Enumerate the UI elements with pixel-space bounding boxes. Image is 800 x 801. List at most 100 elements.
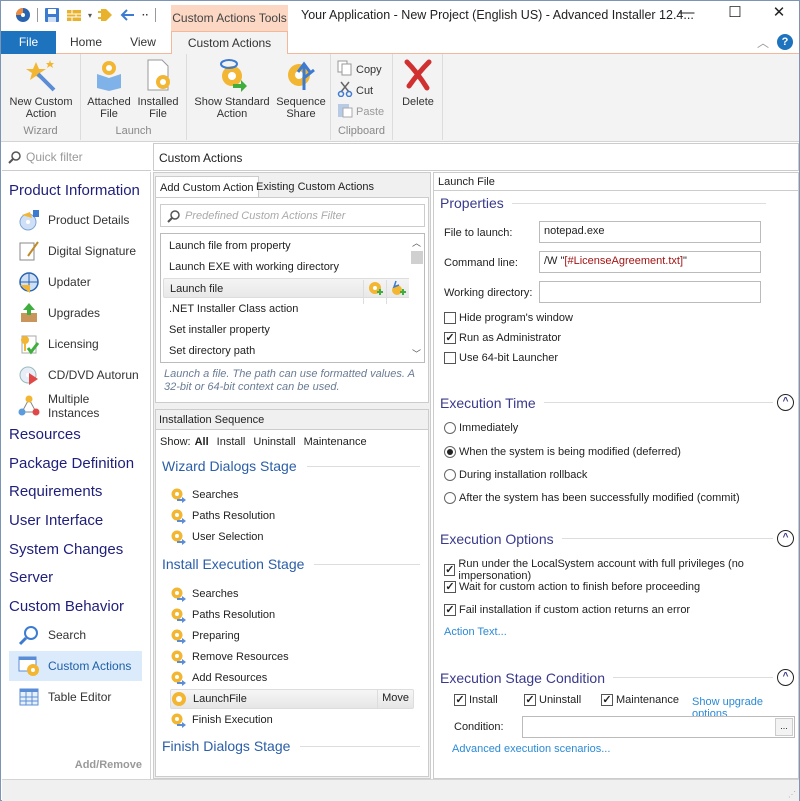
- paste-button[interactable]: Paste: [337, 102, 384, 121]
- app-icon[interactable]: [15, 7, 31, 23]
- tab-add-custom-action[interactable]: Add Custom Action: [155, 176, 259, 198]
- sidebar-item-table-editor[interactable]: Table Editor: [9, 682, 142, 712]
- predefined-actions-filter-input[interactable]: Predefined Custom Actions Filter: [160, 204, 425, 227]
- sequence-item[interactable]: Searches: [170, 584, 238, 604]
- filter-all[interactable]: All: [195, 436, 209, 448]
- cd-dvd-icon: [18, 364, 40, 386]
- help-icon[interactable]: ?: [777, 34, 793, 50]
- localsystem-checkbox[interactable]: ✓ Run under the LocalSystem account with …: [444, 558, 798, 582]
- run-icon[interactable]: [98, 7, 114, 23]
- category-user-interface[interactable]: User Interface: [9, 512, 103, 529]
- sidebar-item-custom-actions[interactable]: Custom Actions: [9, 651, 142, 681]
- run-as-admin-checkbox[interactable]: ✓ Run as Administrator: [444, 332, 561, 344]
- attached-file-button[interactable]: Attached File: [85, 58, 133, 120]
- show-standard-action-button[interactable]: Show Standard Action: [191, 58, 273, 120]
- sidebar-item-updater[interactable]: Updater: [9, 267, 142, 297]
- scroll-thumb[interactable]: [411, 251, 423, 264]
- back-icon[interactable]: [120, 7, 136, 23]
- sidebar-item-licensing[interactable]: Licensing: [9, 329, 142, 359]
- sidebar-item-search[interactable]: Search: [9, 620, 142, 650]
- sequence-item[interactable]: User Selection: [170, 527, 264, 547]
- category-custom-behavior[interactable]: Custom Behavior: [9, 598, 124, 615]
- sequence-item[interactable]: Finish Execution: [170, 710, 273, 730]
- more-icon[interactable]: ··: [142, 10, 149, 21]
- tab-existing-custom-actions[interactable]: Existing Custom Actions: [252, 176, 378, 198]
- radio-commit[interactable]: After the system has been successfully m…: [444, 492, 740, 504]
- category-resources[interactable]: Resources: [9, 426, 81, 443]
- maximize-button[interactable]: ☐: [715, 3, 755, 23]
- maintenance-checkbox[interactable]: ✓ Maintenance: [601, 694, 679, 706]
- list-item[interactable]: Set directory path: [163, 341, 411, 361]
- delete-button[interactable]: Delete: [395, 58, 441, 108]
- condition-input[interactable]: [522, 716, 795, 738]
- category-package-definition[interactable]: Package Definition: [9, 455, 134, 472]
- action-text-link[interactable]: Action Text...: [444, 626, 507, 638]
- move-button[interactable]: Move: [377, 690, 413, 708]
- sequence-item[interactable]: Paths Resolution: [170, 506, 275, 526]
- filter-uninstall[interactable]: Uninstall: [253, 436, 295, 448]
- category-server[interactable]: Server: [9, 569, 53, 586]
- uninstall-checkbox[interactable]: ✓ Uninstall: [524, 694, 581, 706]
- sidebar-item-cd-dvd-autorun[interactable]: CD/DVD Autorun: [9, 360, 142, 390]
- filter-maintenance[interactable]: Maintenance: [304, 436, 367, 448]
- collapse-icon[interactable]: ^: [777, 530, 794, 547]
- category-product-information[interactable]: Product Information: [9, 182, 140, 199]
- section-title: Execution Time: [440, 394, 536, 411]
- radio-immediately[interactable]: Immediately: [444, 422, 518, 434]
- collapse-ribbon-icon[interactable]: ︿: [757, 34, 769, 51]
- list-item[interactable]: Launch file from property: [163, 236, 411, 256]
- sequence-item[interactable]: Add Resources: [170, 668, 267, 688]
- minimize-button[interactable]: —: [667, 3, 707, 23]
- tab-custom-actions[interactable]: Custom Actions: [171, 31, 288, 55]
- file-to-launch-input[interactable]: notepad.exe: [539, 221, 761, 243]
- sequence-item[interactable]: Searches: [170, 485, 238, 505]
- list-item[interactable]: Launch EXE with working directory: [163, 257, 411, 277]
- radio-deferred[interactable]: When the system is being modified (defer…: [444, 446, 681, 458]
- list-scrollbar[interactable]: ︿ ﹀: [409, 234, 424, 362]
- category-system-changes[interactable]: System Changes: [9, 541, 123, 558]
- category-requirements[interactable]: Requirements: [9, 483, 102, 500]
- search-icon: [167, 209, 181, 226]
- tab-view[interactable]: View: [119, 31, 167, 54]
- list-item-selected[interactable]: Launch file: [163, 278, 411, 304]
- wait-checkbox[interactable]: ✓ Wait for custom action to finish before…: [444, 581, 700, 593]
- scroll-up-icon[interactable]: ︿: [409, 236, 424, 249]
- tab-file[interactable]: File: [1, 31, 56, 54]
- scroll-down-icon[interactable]: ﹀: [409, 347, 424, 360]
- command-line-input[interactable]: /W "[#LicenseAgreement.txt]": [539, 251, 761, 273]
- sidebar-item-product-details[interactable]: Product Details: [9, 205, 142, 235]
- fail-installation-checkbox[interactable]: ✓ Fail installation if custom action retu…: [444, 604, 690, 616]
- dropdown-icon[interactable]: ▾: [88, 11, 92, 20]
- sequence-item[interactable]: Remove Resources: [170, 647, 289, 667]
- list-item[interactable]: Set installer property: [163, 320, 411, 340]
- sequence-item[interactable]: Paths Resolution: [170, 605, 275, 625]
- collapse-icon[interactable]: ^: [777, 394, 794, 411]
- list-item[interactable]: .NET Installer Class action: [163, 299, 411, 319]
- close-button[interactable]: ✕: [759, 3, 799, 23]
- copy-button[interactable]: Copy: [337, 60, 382, 79]
- resize-grip-icon[interactable]: ⋰: [788, 790, 796, 799]
- radio-rollback[interactable]: During installation rollback: [444, 469, 587, 481]
- advanced-execution-scenarios-link[interactable]: Advanced execution scenarios...: [452, 743, 610, 755]
- tab-home[interactable]: Home: [61, 31, 111, 54]
- new-custom-action-button[interactable]: New Custom Action: [3, 58, 79, 120]
- sidebar-item-multiple-instances[interactable]: Multiple Instances: [9, 391, 142, 421]
- sequence-item-selected[interactable]: LaunchFile Move: [170, 689, 414, 709]
- installed-file-button[interactable]: Installed File: [133, 58, 183, 120]
- collapse-icon[interactable]: ^: [777, 669, 794, 686]
- hide-window-checkbox[interactable]: Hide program's window: [444, 312, 573, 324]
- install-checkbox[interactable]: ✓ Install: [454, 694, 498, 706]
- cut-button[interactable]: Cut: [337, 81, 373, 100]
- filter-install[interactable]: Install: [217, 436, 246, 448]
- save-icon[interactable]: [44, 7, 60, 23]
- sidebar-item-upgrades[interactable]: Upgrades: [9, 298, 142, 328]
- use-64bit-checkbox[interactable]: Use 64-bit Launcher: [444, 352, 558, 364]
- quick-filter-input[interactable]: Quick filter: [2, 143, 151, 171]
- sequence-item[interactable]: Preparing: [170, 626, 240, 646]
- working-directory-input[interactable]: [539, 281, 761, 303]
- sidebar-item-digital-signature[interactable]: Digital Signature: [9, 236, 142, 266]
- build-icon[interactable]: [66, 7, 82, 23]
- browse-button[interactable]: ...: [775, 718, 793, 736]
- sequence-share-button[interactable]: Sequence Share: [273, 58, 329, 120]
- add-remove-link[interactable]: Add/Remove: [75, 759, 142, 771]
